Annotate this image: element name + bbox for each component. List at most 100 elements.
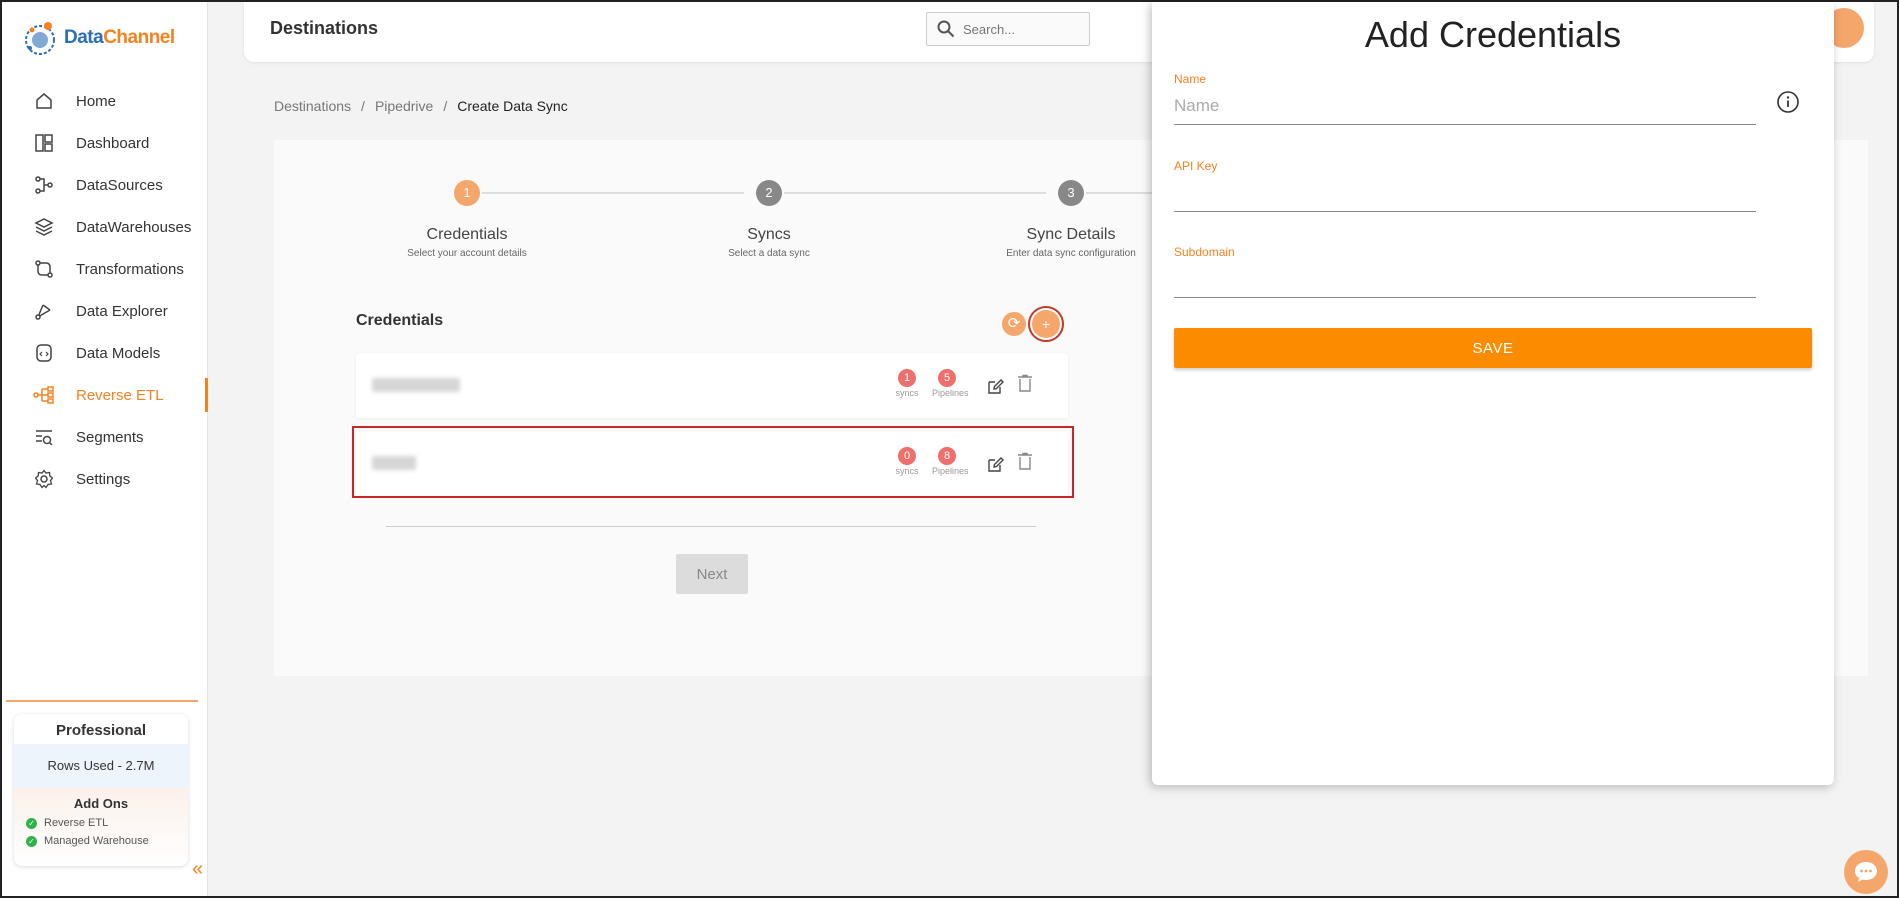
sidebar-item-datawarehouses[interactable]: DataWarehouses (2, 206, 208, 248)
plan-card: Professional Rows Used - 2.7M Add Ons ✓ R… (14, 714, 188, 866)
step-2-label: Syncs (747, 226, 791, 243)
data-models-icon (32, 341, 56, 365)
credentials-title: Credentials (356, 312, 444, 329)
step-1-label: Credentials (426, 226, 508, 243)
sidebar-item-label: Transformations (76, 260, 184, 278)
sidebar-item-label: Segments (76, 428, 144, 446)
sidebar-item-segments[interactable]: Segments (2, 416, 208, 458)
step-2-sub: Select a data sync (728, 248, 810, 259)
addon-item: ✓ Managed Warehouse (14, 835, 188, 847)
reverse-etl-icon (32, 383, 56, 407)
step-2-circle: 2 (756, 180, 782, 206)
plan-title: Professional (55, 722, 147, 739)
dashboard-icon (32, 131, 56, 155)
pipelines-badge: 5 (938, 369, 956, 387)
syncs-count: 1 syncs (892, 368, 922, 398)
name-field: Name (1174, 72, 1756, 125)
delete-icon[interactable] (1016, 374, 1034, 392)
check-icon: ✓ (26, 835, 37, 847)
refresh-icon: ⟳ (1007, 315, 1021, 332)
divider (386, 526, 1036, 527)
collapse-sidebar-icon[interactable]: « (192, 858, 203, 881)
step-3-sub: Enter data sync configuration (1006, 248, 1136, 259)
breadcrumb-separator: / (443, 98, 448, 114)
segments-icon (32, 425, 56, 449)
api-key-label: API Key (1174, 159, 1218, 173)
api-key-input[interactable] (1174, 173, 1756, 212)
sidebar-item-label: Data Models (76, 344, 161, 362)
syncs-label: syncs (895, 388, 919, 398)
step-1-circle: 1 (454, 180, 480, 206)
rows-used: Rows Used - 2.7M (14, 744, 188, 788)
subdomain-field: Subdomain (1174, 245, 1756, 298)
step-3-label: Sync Details (1026, 226, 1116, 243)
credential-name-blurred (372, 378, 460, 392)
breadcrumb-pipedrive[interactable]: Pipedrive (375, 98, 433, 114)
subdomain-input[interactable] (1174, 259, 1756, 298)
pipelines-count: 5 Pipelines (932, 368, 969, 398)
brand-part2: Channel (103, 27, 175, 48)
name-input[interactable] (1174, 86, 1756, 125)
save-button[interactable]: SAVE (1174, 328, 1812, 368)
sidebar-nav: Home Dashboard DataSources DataWarehouse… (2, 80, 208, 500)
breadcrumb-current: Create Data Sync (457, 98, 568, 114)
sidebar-item-settings[interactable]: Settings (2, 458, 208, 500)
sidebar-item-transformations[interactable]: Transformations (2, 248, 208, 290)
datawarehouses-icon (32, 215, 56, 239)
brand-part1: Data (64, 27, 104, 48)
sidebar-item-label: DataSources (76, 176, 163, 194)
breadcrumb-separator: / (361, 98, 365, 114)
credential-row[interactable]: 1 syncs 5 Pipelines (356, 354, 1068, 418)
addon-label: Managed Warehouse (44, 835, 149, 847)
api-key-field: API Key (1174, 159, 1756, 212)
step-connector (482, 192, 744, 194)
addons-section: Add Ons ✓ Reverse ETL ✓ Managed Warehouse (14, 788, 188, 866)
info-icon[interactable] (1776, 90, 1800, 114)
sidebar-item-datasources[interactable]: DataSources (2, 164, 208, 206)
next-button[interactable]: Next (676, 554, 748, 594)
sidebar-item-label: Settings (76, 470, 131, 488)
edit-icon[interactable] (986, 378, 1004, 396)
sidebar-item-label: Dashboard (76, 134, 150, 152)
search-icon (937, 20, 955, 38)
data-explorer-icon (32, 299, 56, 323)
syncs-badge: 1 (898, 369, 916, 387)
search-input[interactable] (963, 21, 1073, 37)
selected-row-highlight (352, 426, 1074, 498)
search-box[interactable] (926, 12, 1090, 46)
pipelines-label: Pipelines (932, 388, 969, 398)
drawer-title: Add Credentials (1364, 14, 1622, 55)
step-connector (784, 192, 1046, 194)
chat-icon (1855, 862, 1877, 882)
gear-icon (32, 467, 56, 491)
sidebar-item-label: Reverse ETL (76, 386, 164, 404)
check-icon: ✓ (26, 817, 37, 829)
brand-name: DataChannel (64, 27, 175, 49)
addon-item: ✓ Reverse ETL (14, 817, 188, 829)
sidebar-item-home[interactable]: Home (2, 80, 208, 122)
sidebar-item-data-explorer[interactable]: Data Explorer (2, 290, 208, 332)
add-credentials-drawer: Add Credentials Name API Key Subdomain S… (1152, 2, 1834, 785)
brand-logo[interactable]: DataChannel (22, 18, 175, 58)
plan-divider (6, 700, 198, 702)
sidebar-item-reverse-etl[interactable]: Reverse ETL (2, 374, 208, 416)
logo-icon (25, 22, 55, 55)
subdomain-label: Subdomain (1174, 245, 1235, 259)
home-icon (32, 89, 56, 113)
step-3-circle: 3 (1058, 180, 1084, 206)
addon-label: Reverse ETL (44, 817, 109, 829)
sidebar-item-data-models[interactable]: Data Models (2, 332, 208, 374)
sidebar-item-dashboard[interactable]: Dashboard (2, 122, 208, 164)
breadcrumb-destinations[interactable]: Destinations (274, 98, 351, 114)
sidebar-item-label: DataWarehouses (76, 218, 192, 236)
name-label: Name (1174, 72, 1207, 86)
refresh-button[interactable]: ⟳ (1002, 312, 1026, 336)
breadcrumb: Destinations / Pipedrive / Create Data S… (274, 98, 568, 114)
addons-title: Add Ons (73, 796, 129, 811)
sidebar-item-label: Home (76, 92, 117, 110)
sidebar: DataChannel Home Dashboard DataSources D… (2, 2, 208, 896)
add-credential-button[interactable]: + (1032, 310, 1060, 338)
sidebar-item-label: Data Explorer (76, 302, 168, 320)
datasources-icon (32, 173, 56, 197)
chat-button[interactable] (1844, 850, 1888, 894)
